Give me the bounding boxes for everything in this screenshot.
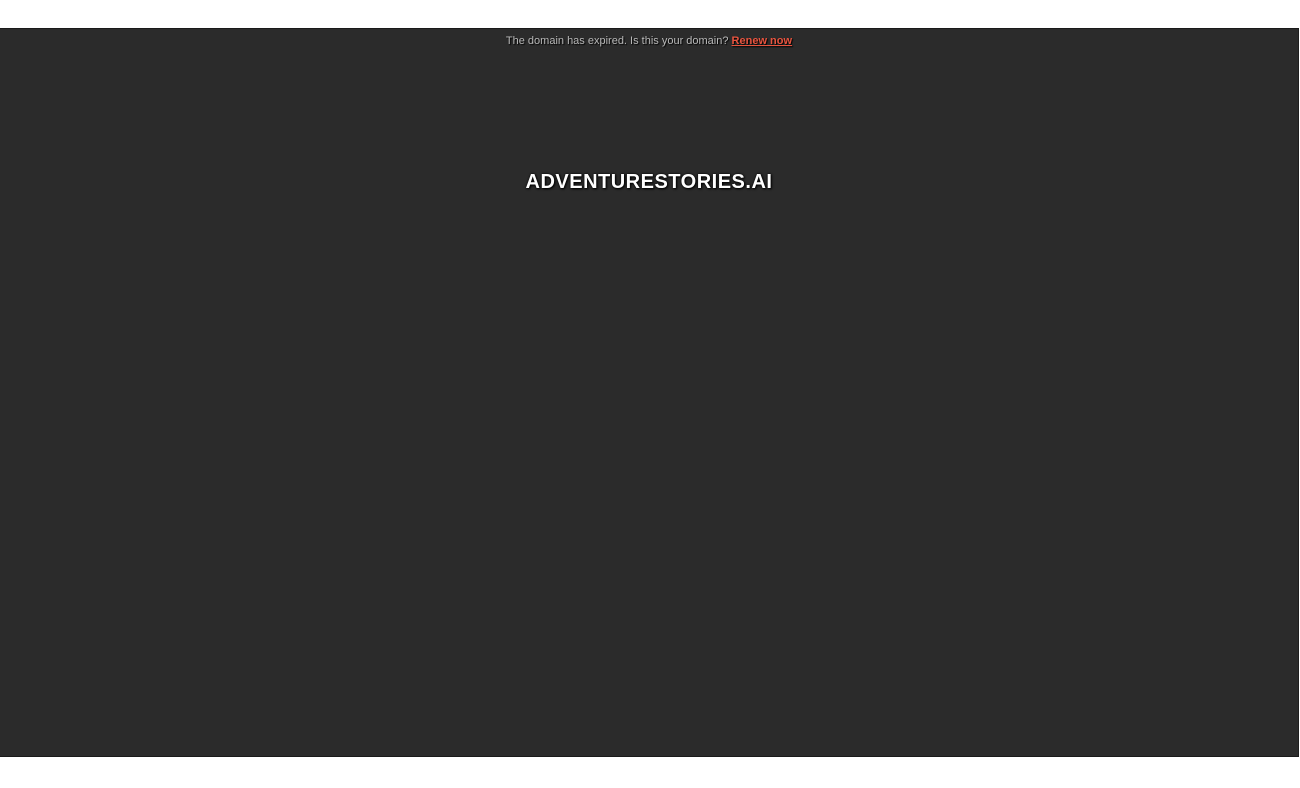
parked-domain-page: The domain has expired. Is this your dom… — [0, 28, 1299, 757]
domain-expired-notice: The domain has expired. Is this your dom… — [0, 34, 1298, 48]
top-blank-area — [0, 0, 1300, 28]
expired-message: The domain has expired. Is this your dom… — [505, 35, 732, 47]
bottom-blank-area — [0, 758, 1300, 788]
renew-now-link[interactable]: Renew now — [732, 35, 793, 47]
domain-name-title: ADVENTURESTORIES.AI — [525, 171, 773, 193]
